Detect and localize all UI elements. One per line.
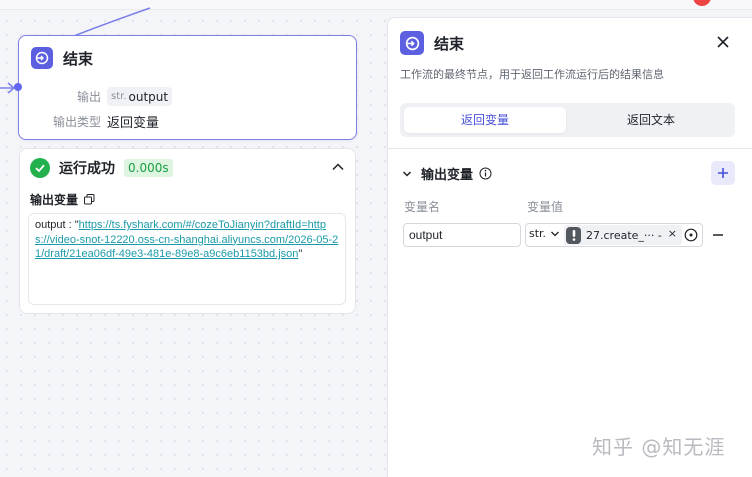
clear-reference-icon[interactable]: × bbox=[668, 227, 677, 240]
output-type-label: 输出类型 bbox=[53, 115, 102, 129]
node-input-port[interactable] bbox=[14, 83, 22, 91]
output-variable-label: 输出变量 bbox=[30, 191, 95, 208]
divider bbox=[388, 148, 752, 149]
run-result-header: 运行成功 0.000s bbox=[30, 158, 173, 178]
variable-value-field[interactable]: str. 27.create_··· - × bbox=[525, 223, 703, 247]
variable-name-input[interactable] bbox=[403, 223, 521, 247]
panel-title: 结束 bbox=[434, 34, 465, 53]
info-icon[interactable] bbox=[479, 167, 492, 180]
output-label: 输出 bbox=[76, 90, 101, 104]
return-mode-tabs: 返回变量 返回文本 bbox=[400, 103, 735, 137]
copy-icon[interactable] bbox=[84, 194, 95, 205]
output-variable-title: 输出变量 bbox=[30, 193, 79, 207]
warning-icon bbox=[566, 226, 581, 244]
output-tag: str. output bbox=[107, 87, 173, 106]
node-output-row: 输出 str. output bbox=[53, 87, 173, 106]
run-result-card: 运行成功 0.000s 输出变量 output : "https://ts.fy… bbox=[19, 148, 356, 314]
reference-text: 27.create_··· - bbox=[586, 228, 662, 242]
chevron-up-icon[interactable] bbox=[331, 160, 345, 174]
check-circle-icon bbox=[30, 158, 50, 178]
variable-type-value: str. bbox=[529, 227, 547, 240]
output-type-value: 返回变量 bbox=[107, 116, 160, 131]
tab-return-variable[interactable]: 返回变量 bbox=[404, 107, 566, 133]
output-name: output bbox=[128, 89, 169, 104]
node-output-type-row: 输出类型 返回变量 bbox=[53, 112, 159, 131]
output-value-box: output : "https://ts.fyshark.com/#/cozeT… bbox=[28, 213, 346, 305]
tab-return-text[interactable]: 返回文本 bbox=[570, 107, 732, 133]
col-variable-value: 变量值 bbox=[527, 200, 564, 214]
end-node-icon bbox=[31, 47, 53, 69]
node-header: 结束 bbox=[31, 47, 93, 69]
variable-type-select[interactable]: str. bbox=[529, 227, 560, 240]
remove-variable-icon[interactable] bbox=[711, 228, 725, 242]
run-status: 运行成功 bbox=[59, 161, 115, 177]
run-duration-badge: 0.000s bbox=[124, 159, 173, 177]
chevron-down-icon bbox=[551, 231, 560, 236]
end-node-card[interactable]: 结束 输出 str. output 输出类型 返回变量 bbox=[14, 35, 357, 140]
variable-reference-chip[interactable]: 27.create_··· - × bbox=[564, 225, 682, 245]
output-variables-section[interactable]: 输出变量 bbox=[402, 164, 492, 183]
section-title: 输出变量 bbox=[421, 168, 474, 183]
output-link[interactable]: https://ts.fyshark.com/#/cozeToJianyin?d… bbox=[35, 219, 338, 260]
output-key: output : " bbox=[35, 219, 79, 231]
panel-header: 结束 bbox=[400, 31, 464, 55]
output-tail: " bbox=[298, 248, 303, 260]
node-title: 结束 bbox=[63, 49, 94, 68]
watermark: 知乎 @知无涯 bbox=[592, 435, 726, 459]
node-config-panel: 结束 工作流的最终节点，用于返回工作流运行后的结果信息 返回变量 返回文本 输出… bbox=[387, 17, 752, 477]
plus-icon bbox=[718, 168, 728, 178]
close-icon[interactable] bbox=[716, 35, 730, 49]
chevron-down-icon[interactable] bbox=[402, 169, 412, 179]
output-type-tag: str. bbox=[111, 91, 127, 102]
col-variable-name: 变量名 bbox=[404, 200, 441, 214]
variable-picker-icon[interactable] bbox=[684, 228, 698, 242]
panel-description: 工作流的最终节点，用于返回工作流运行后的结果信息 bbox=[400, 68, 664, 81]
add-variable-button[interactable] bbox=[711, 161, 735, 185]
end-node-icon bbox=[400, 31, 424, 55]
